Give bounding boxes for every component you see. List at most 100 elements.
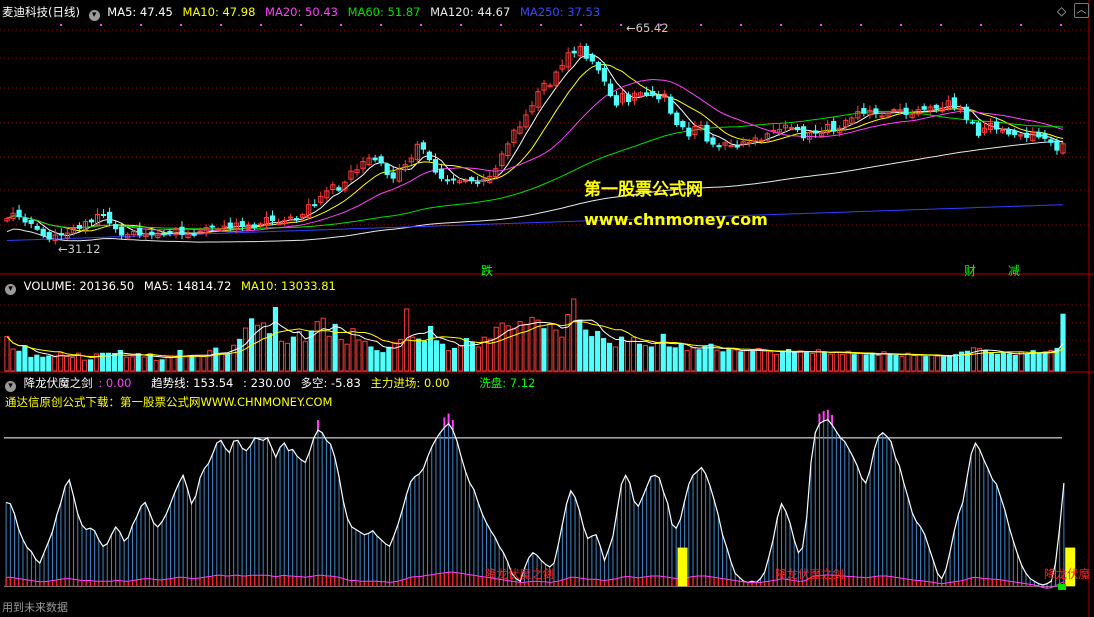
volume-bar (272, 307, 279, 372)
candle-body (40, 228, 46, 237)
candle-body (426, 151, 433, 161)
volume-bar (583, 329, 589, 372)
volume-bar (111, 353, 117, 372)
time-mark (580, 24, 582, 26)
volume-bar (374, 350, 380, 372)
volume-bar (469, 341, 475, 372)
volume-bar (87, 359, 94, 372)
time-mark (540, 24, 542, 26)
candle-body (46, 232, 52, 240)
volume-bar (738, 351, 744, 372)
candle-body (963, 106, 970, 120)
volume-header: ▾ VOLUME: 20136.50 MA5: 14814.72 MA10: 1… (2, 278, 342, 295)
candle-body (475, 181, 481, 184)
candle-body (1012, 130, 1018, 136)
candle-body (167, 230, 173, 234)
candle-body (812, 130, 819, 134)
candle-body (28, 219, 34, 224)
candle-body (179, 226, 185, 235)
candle-body (469, 177, 475, 182)
volume-bar (988, 352, 995, 372)
time-mark (140, 24, 142, 26)
event-marker-finance[interactable]: 财 (964, 262, 976, 279)
candle-body (209, 225, 215, 228)
volume-dropdown-icon[interactable]: ▾ (5, 284, 16, 295)
indicator-name: 降龙伏魔之剑 (23, 376, 93, 390)
candle-body (704, 124, 710, 142)
volume-bar (982, 350, 989, 372)
volume-bar (177, 349, 183, 372)
low-price-value: 31.12 (67, 242, 101, 256)
candle-body (873, 108, 879, 115)
volume-bar (791, 352, 798, 372)
volume-bar (237, 338, 243, 372)
candle-body (1054, 140, 1060, 151)
volume-bar (1060, 313, 1066, 372)
candle-body (420, 142, 426, 150)
volume-bar (672, 347, 678, 372)
volume-bar (720, 351, 726, 372)
volume-bar (678, 343, 684, 372)
candle-body (595, 62, 601, 71)
event-marker-drop[interactable]: 跌 (481, 262, 493, 279)
signal-bar (677, 547, 688, 587)
candle-body (734, 145, 740, 148)
volume-bar (368, 346, 374, 372)
time-mark (860, 24, 862, 26)
main-header: 麦迪科技(日线) ▾ MA5: 47.45 MA10: 47.98 MA20: … (2, 4, 606, 21)
candle-body (1048, 139, 1054, 143)
volume-bar (386, 346, 392, 372)
volume-ma10: MA10: 13033.81 (241, 279, 336, 293)
volume-bar (332, 323, 338, 372)
candle-body (288, 216, 294, 219)
candle-body (372, 157, 378, 161)
volume-bar (1024, 353, 1030, 372)
volume-bar (893, 354, 899, 372)
settings-dropdown-icon[interactable]: ▾ (88, 10, 100, 21)
legend-ma5: MA5: 47.45 (107, 5, 173, 19)
volume-bar (463, 338, 469, 372)
candle-body (686, 127, 692, 137)
candle-body (269, 215, 276, 221)
low-price-label: ←31.12 (58, 242, 101, 256)
diamond-icon[interactable]: ◇ (1057, 4, 1066, 18)
candle-body (583, 46, 589, 59)
volume-bar (660, 333, 666, 372)
volume-bar (887, 353, 893, 372)
candle-body (601, 67, 608, 82)
stock-title: 麦迪科技(日线) (2, 5, 80, 19)
indicator-wash: 洗盘: 7.12 (479, 376, 536, 390)
candle-body (119, 226, 125, 236)
event-marker-reduce[interactable]: 减 (1008, 262, 1020, 279)
volume-bar (213, 347, 219, 372)
volume-bar (618, 336, 625, 372)
candle-body (625, 94, 632, 103)
time-mark (220, 24, 222, 26)
volume-bar (726, 347, 732, 372)
candle-body (758, 139, 764, 142)
volume-bar (147, 353, 153, 372)
candle-body (34, 225, 40, 230)
candle-body (197, 230, 203, 233)
candle-body (831, 120, 837, 132)
indicator-header: ▾ 降龙伏魔之剑 : 0.00 趋势线: 153.54 : 230.00 多空:… (2, 375, 541, 392)
candle-body (88, 219, 95, 223)
chevron-up-button[interactable]: ︿ (1074, 3, 1089, 18)
candle-body (975, 122, 982, 136)
candle-body (378, 156, 384, 164)
candle-body (16, 209, 22, 218)
candle-body (607, 83, 614, 97)
time-mark (60, 24, 62, 26)
high-price-value: 65.42 (635, 21, 669, 35)
time-mark (460, 24, 462, 26)
candle-body (903, 107, 909, 115)
signal-label-1: 降龙伏魔之剑 (485, 567, 554, 581)
volume-bar (577, 319, 583, 372)
indicator-dropdown-icon[interactable]: ▾ (5, 381, 16, 392)
volume-bar (159, 359, 165, 372)
volume-bar (451, 347, 458, 372)
volume-bar (16, 350, 22, 372)
volume-bar (869, 353, 875, 372)
candle-body (728, 145, 734, 148)
candle-body (336, 187, 342, 191)
